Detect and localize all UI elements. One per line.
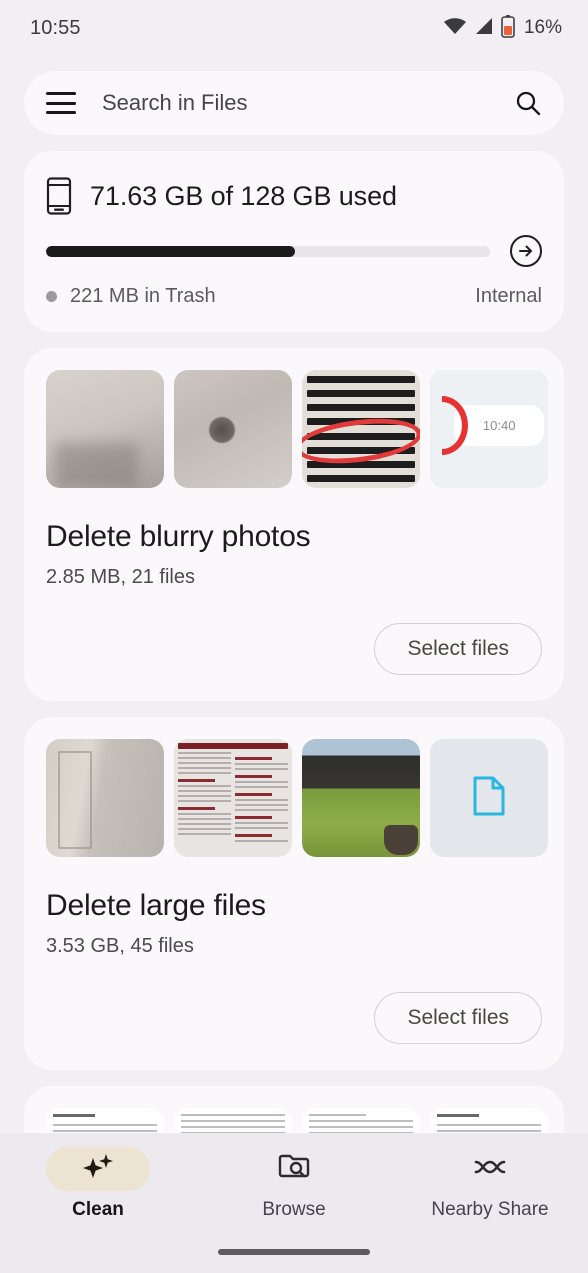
nav-active-pill [46, 1147, 150, 1191]
home-indicator[interactable] [218, 1249, 370, 1255]
battery-low-icon [501, 14, 515, 43]
trash-dot-icon [46, 291, 57, 302]
storage-usage-title: 71.63 GB of 128 GB used [90, 180, 397, 211]
folder-search-icon [277, 1152, 311, 1187]
thumbnail-item[interactable] [174, 370, 292, 488]
storage-header: 71.63 GB of 128 GB used [46, 177, 542, 215]
storage-footer: 221 MB in Trash Internal [46, 285, 542, 308]
storage-progress-bar [46, 245, 490, 257]
suggestion-title: Delete blurry photos [46, 520, 311, 553]
wifi-icon [443, 16, 467, 41]
hamburger-menu-icon[interactable] [46, 92, 76, 114]
battery-percent-label: 16% [523, 17, 562, 38]
search-bar[interactable]: Search in Files [24, 71, 564, 135]
thumbnail-item[interactable] [174, 739, 292, 857]
phone-storage-icon [46, 177, 72, 215]
thumbnail-item[interactable] [302, 739, 420, 857]
nav-pill [242, 1147, 346, 1191]
thumbnail-row [46, 739, 548, 857]
nav-item-clean[interactable]: Clean [0, 1147, 196, 1221]
nav-item-browse[interactable]: Browse [196, 1147, 392, 1221]
status-bar-clock: 10:55 [30, 16, 81, 39]
suggestion-card-large-files[interactable]: Delete large files 3.53 GB, 45 files Sel… [24, 717, 564, 1070]
suggestion-title: Delete large files [46, 889, 266, 922]
nav-item-nearby-share[interactable]: Nearby Share [392, 1147, 588, 1221]
select-files-button[interactable]: Select files [374, 623, 542, 675]
storage-location-label: Internal [475, 285, 542, 307]
red-annotation-icon [442, 395, 468, 455]
sparkles-icon [81, 1152, 115, 1187]
select-files-button[interactable]: Select files [374, 992, 542, 1044]
storage-summary-card[interactable]: 71.63 GB of 128 GB used 221 MB in Trash … [24, 151, 564, 332]
suggestion-card-blurry-photos[interactable]: 10:40 Delete blurry photos 2.85 MB, 21 f… [24, 348, 564, 701]
status-bar: 10:55 16% [0, 0, 588, 56]
search-icon[interactable] [514, 89, 542, 117]
thumbnail-item[interactable]: 10:40 [430, 370, 548, 488]
storage-details-button[interactable] [510, 235, 542, 267]
suggestion-subtitle: 3.53 GB, 45 files [46, 935, 194, 957]
nav-label-nearby-share: Nearby Share [431, 1199, 549, 1220]
bottom-navigation-bar: Clean Browse Nearby Share [0, 1133, 588, 1273]
thumbnail-item[interactable] [302, 370, 420, 488]
thumbnail-row: 10:40 [46, 370, 548, 488]
nav-label-clean: Clean [72, 1199, 124, 1220]
nav-pill [438, 1147, 542, 1191]
thumbnail-item[interactable] [46, 370, 164, 488]
suggestion-subtitle: 2.85 MB, 21 files [46, 566, 195, 588]
storage-progress-fill [46, 245, 295, 257]
cellular-signal-icon [474, 16, 494, 41]
suggestion-action-row: Select files [46, 623, 542, 675]
status-bar-icons: 16% [443, 14, 562, 43]
thumbnail-item[interactable] [430, 739, 548, 857]
suggestion-action-row: Select files [46, 992, 542, 1044]
thumbnail-item[interactable] [46, 739, 164, 857]
document-file-icon [472, 776, 506, 821]
nearby-share-icon [472, 1154, 508, 1185]
trash-size-label: 221 MB in Trash [70, 285, 216, 307]
search-input[interactable]: Search in Files [102, 90, 514, 116]
storage-progress-row [46, 235, 542, 267]
nav-label-browse: Browse [262, 1199, 326, 1220]
trash-info[interactable]: 221 MB in Trash [46, 285, 216, 308]
